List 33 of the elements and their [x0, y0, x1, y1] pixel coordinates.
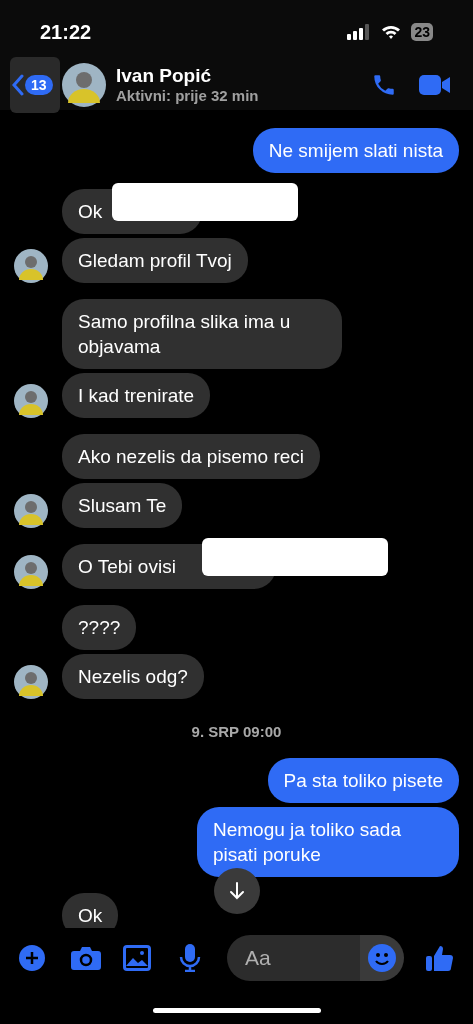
incoming-message: Gledam profil Tvoj [62, 238, 248, 283]
down-arrow-icon [228, 881, 246, 901]
unread-badge: 13 [25, 75, 53, 95]
camera-icon[interactable] [71, 945, 101, 971]
battery-indicator: 23 [411, 23, 433, 41]
smiley-icon [368, 944, 396, 972]
avatar [62, 63, 106, 107]
plus-icon[interactable] [18, 944, 46, 972]
wifi-icon [381, 24, 402, 40]
scroll-down-button[interactable] [214, 868, 260, 914]
back-chevron-icon [12, 74, 24, 96]
signal-icon [347, 24, 372, 40]
incoming-message: Ako nezelis da pisemo reci [62, 434, 320, 479]
back-button[interactable]: 13 [10, 57, 60, 113]
outgoing-message: Ne smijem slati nista [252, 128, 459, 173]
emoji-button[interactable] [360, 935, 404, 981]
incoming-message: Slusam Te [62, 483, 183, 528]
incoming-message: I kad trenirate [62, 373, 211, 418]
date-separator: 9. SRP 09:00 [191, 722, 282, 742]
outgoing-message: Nemogu ja toliko sada pisati poruke [197, 806, 459, 877]
thumbs-up-icon[interactable] [426, 944, 454, 972]
phone-icon[interactable] [371, 72, 397, 98]
status-time: 21:22 [40, 20, 92, 45]
incoming-message: ???? [62, 605, 137, 650]
contact-name: Ivan Popić [116, 65, 213, 87]
incoming-message: Nezelis odg? [62, 654, 204, 699]
message-input[interactable]: Aa [227, 935, 360, 981]
incoming-message: Samo profilna slika ima u objavama [62, 299, 342, 369]
outgoing-message: Pa sta toliko pisete [267, 757, 459, 803]
image-icon[interactable] [123, 945, 151, 971]
microphone-icon[interactable] [179, 944, 201, 972]
active-status: Aktivni: prije 32 min [116, 87, 259, 105]
video-camera-icon[interactable] [419, 74, 451, 96]
